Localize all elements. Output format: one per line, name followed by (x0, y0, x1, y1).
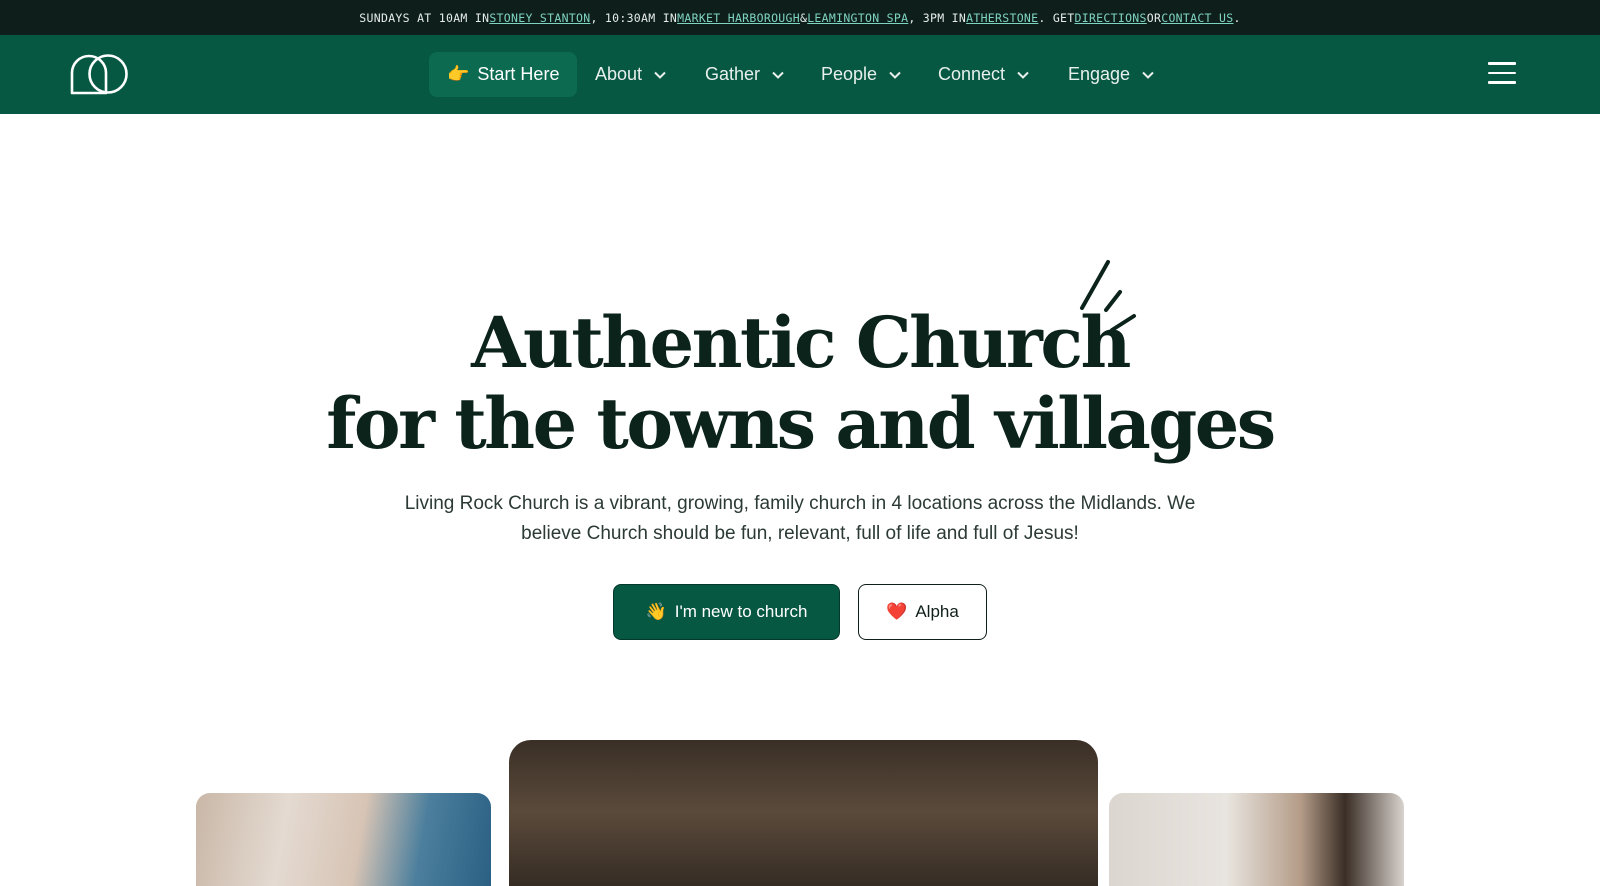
photo-card-center (509, 740, 1098, 886)
link-atherstone[interactable]: ATHERSTONE (966, 11, 1038, 25)
chevron-down-icon (654, 71, 666, 79)
nav-links: 👉 Start Here About Gather People Connect… (0, 52, 1600, 97)
nav-item-people[interactable]: People (821, 52, 901, 97)
announcement-text: . (1233, 10, 1241, 25)
hero-subtitle: Living Rock Church is a vibrant, growing… (404, 493, 1196, 544)
hamburger-menu-icon[interactable] (1488, 62, 1516, 86)
hero-title-line-2: for the towns and villages (326, 382, 1276, 465)
nav-item-label: About (595, 64, 643, 84)
photo-card-right (1109, 793, 1404, 886)
pointing-hand-icon: 👉 (447, 64, 470, 84)
nav-item-about[interactable]: About (595, 52, 666, 97)
hero-title-line-1: Authentic Church (471, 301, 1131, 384)
nav-start-here-label: Start Here (477, 64, 560, 84)
link-market-harborough[interactable]: MARKET HARBOROUGH (677, 11, 800, 25)
link-directions[interactable]: DIRECTIONS (1075, 11, 1147, 25)
nav-start-here[interactable]: 👉 Start Here (429, 52, 578, 97)
nav-item-engage[interactable]: Engage (1068, 52, 1154, 97)
nav-item-gather[interactable]: Gather (705, 52, 784, 97)
announcement-text: OR (1146, 10, 1162, 25)
link-leamington-spa[interactable]: LEAMINGTON SPA (807, 11, 908, 25)
announcement-text: SUNDAYS AT 10AM IN (359, 10, 490, 25)
heart-icon: ❤️ (886, 602, 908, 621)
chevron-down-icon (889, 71, 901, 79)
photo-card-left (196, 793, 491, 886)
nav-item-label: Connect (938, 64, 1006, 84)
announcement-bar: SUNDAYS AT 10AM IN STONEY STANTON , 10:3… (0, 0, 1600, 35)
nav-item-connect[interactable]: Connect (938, 52, 1029, 97)
new-to-church-label: I'm new to church (674, 602, 808, 621)
link-contact-us[interactable]: CONTACT US (1161, 11, 1233, 25)
waving-hand-icon: 👋 (645, 602, 667, 621)
announcement-text: , 3PM IN (908, 10, 967, 25)
announcement-text: . GET (1038, 10, 1075, 25)
new-to-church-button[interactable]: 👋 I'm new to church (613, 584, 840, 640)
chevron-down-icon (1142, 71, 1154, 79)
announcement-text: , 10:30AM IN (590, 10, 678, 25)
alpha-button[interactable]: ❤️ Alpha (858, 584, 987, 640)
nav-item-label: People (821, 64, 878, 84)
chevron-down-icon (1017, 71, 1029, 79)
chevron-down-icon (772, 71, 784, 79)
sparkle-doodle-icon (1080, 260, 1136, 332)
nav-item-label: Engage (1068, 64, 1131, 84)
announcement-text: & (799, 10, 808, 25)
nav-item-label: Gather (705, 64, 761, 84)
main-navigation: 👉 Start Here About Gather People Connect… (0, 35, 1600, 114)
alpha-label: Alpha (915, 602, 959, 621)
link-stoney-stanton[interactable]: STONEY STANTON (489, 11, 590, 25)
